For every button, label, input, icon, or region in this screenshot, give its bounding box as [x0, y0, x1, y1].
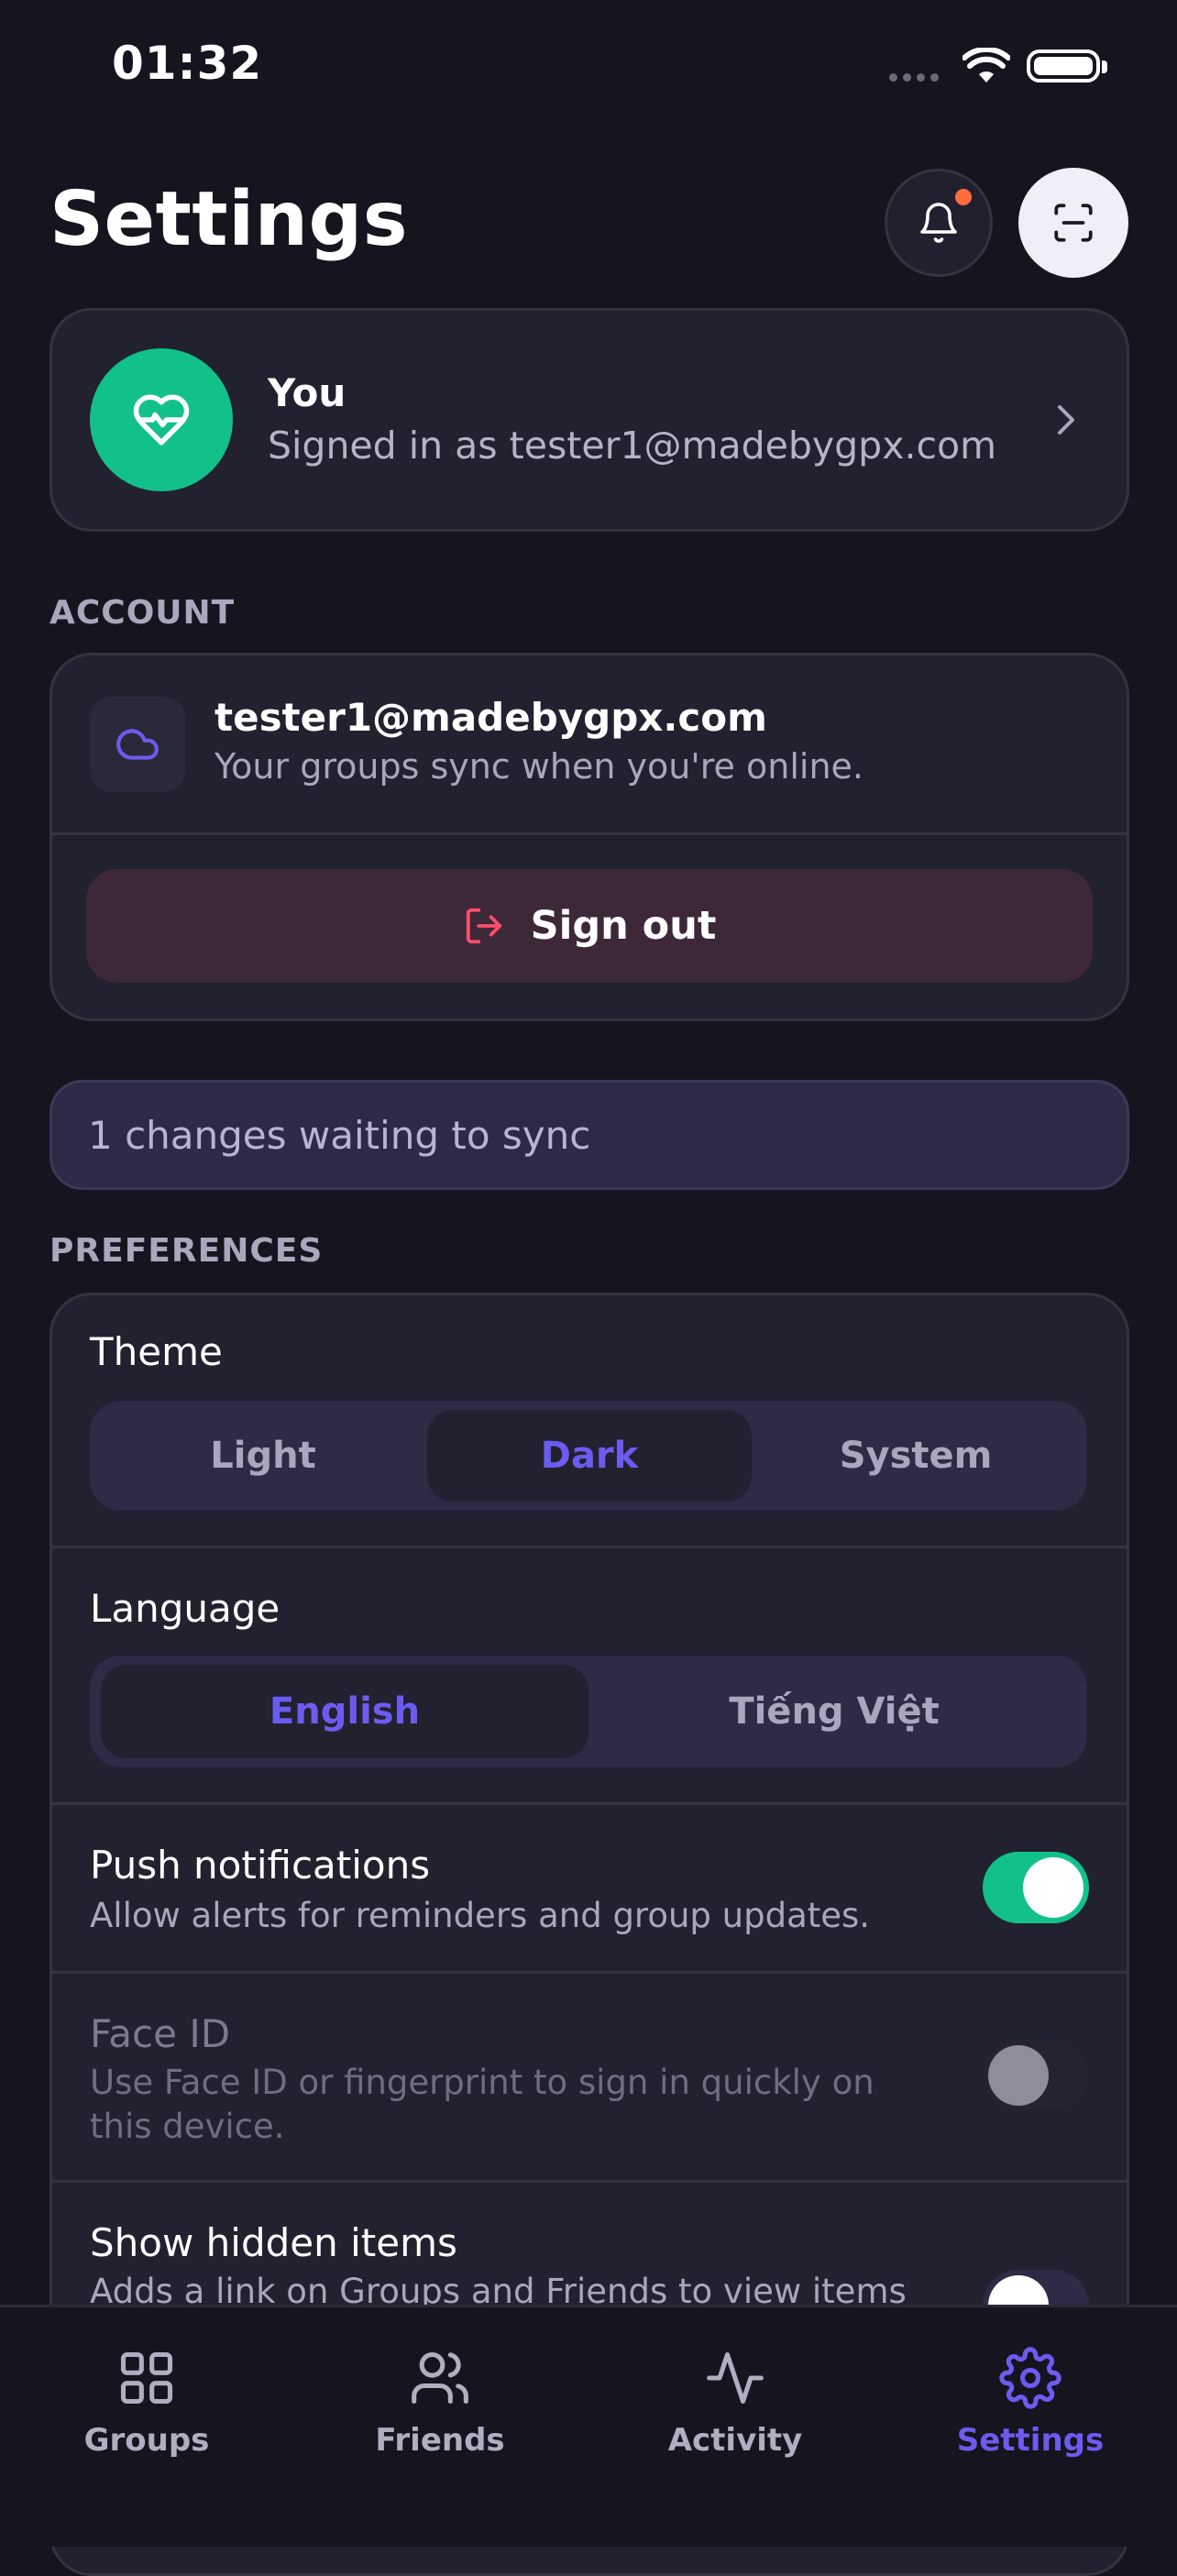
avatar	[90, 348, 233, 491]
wifi-icon	[962, 46, 1011, 88]
scan-icon	[1054, 204, 1093, 242]
users-icon	[412, 2351, 468, 2405]
theme-option-light[interactable]: Light	[101, 1410, 425, 1502]
sync-banner-text: 1 changes waiting to sync	[88, 1113, 591, 1158]
language-label: Language	[90, 1586, 280, 1631]
push-notifications-title: Push notifications	[90, 1843, 431, 1888]
page-title: Settings	[50, 176, 409, 263]
tab-settings[interactable]: Settings	[930, 2347, 1131, 2459]
battery-icon	[1027, 50, 1100, 83]
status-time: 01:32	[112, 37, 263, 90]
hidden-items-title: Show hidden items	[90, 2220, 457, 2265]
grid-icon	[120, 2351, 173, 2405]
sign-out-button[interactable]: Sign out	[86, 869, 1093, 983]
push-divider	[52, 1971, 1127, 1974]
profile-name: You	[268, 370, 346, 415]
face-id-subtitle: Use Face ID or fingerprint to sign in qu…	[90, 2063, 874, 2146]
face-id-divider	[52, 2180, 1127, 2183]
tab-label: Settings	[956, 2422, 1105, 2459]
bell-icon	[920, 203, 957, 243]
preferences-section-label: PREFERENCES	[50, 1232, 324, 1270]
push-notifications-toggle[interactable]	[983, 1852, 1089, 1923]
cloud-icon-box	[90, 697, 185, 792]
language-option-vietnamese[interactable]: Tiếng Việt	[590, 1665, 1078, 1758]
gear-icon	[999, 2347, 1062, 2409]
cloud-icon	[116, 729, 159, 760]
heart-pulse-icon	[133, 394, 190, 446]
account-email: tester1@madebygpx.com	[214, 695, 767, 740]
tab-label: Activity	[667, 2422, 803, 2459]
account-section-label: ACCOUNT	[50, 594, 236, 632]
chevron-right-icon	[1054, 402, 1078, 442]
push-notifications-subtitle: Allow alerts for reminders and group upd…	[90, 1896, 871, 1935]
notification-dot	[955, 189, 972, 205]
activity-icon	[707, 2351, 764, 2405]
signal-icon	[889, 73, 939, 82]
tab-label: Friends	[375, 2422, 505, 2459]
account-sync-note: Your groups sync when you're online.	[214, 746, 864, 787]
theme-divider	[52, 1546, 1127, 1548]
sign-out-label: Sign out	[530, 903, 717, 949]
language-divider	[52, 1802, 1127, 1805]
face-id-title: Face ID	[90, 2011, 231, 2056]
log-out-icon	[466, 908, 501, 944]
tab-friends[interactable]: Friends	[339, 2347, 541, 2459]
theme-label: Theme	[90, 1329, 223, 1374]
language-segmented-control: English Tiếng Việt	[90, 1656, 1087, 1767]
tab-activity[interactable]: Activity	[634, 2347, 836, 2459]
language-option-english[interactable]: English	[101, 1665, 588, 1758]
toggle-knob	[1023, 1857, 1084, 1918]
tab-groups[interactable]: Groups	[46, 2347, 248, 2459]
battery-tip	[1102, 61, 1107, 73]
profile-subtitle: Signed in as tester1@madebygpx.com	[268, 424, 997, 468]
theme-option-dark[interactable]: Dark	[427, 1410, 752, 1502]
tab-label: Groups	[83, 2422, 210, 2459]
theme-segmented-control: Light Dark System	[90, 1401, 1087, 1511]
notifications-button[interactable]	[885, 169, 993, 277]
account-divider	[52, 832, 1127, 835]
toggle-knob	[988, 2045, 1049, 2106]
scan-button[interactable]	[1018, 168, 1128, 278]
theme-option-system[interactable]: System	[754, 1410, 1078, 1502]
face-id-toggle[interactable]	[983, 2040, 1089, 2111]
